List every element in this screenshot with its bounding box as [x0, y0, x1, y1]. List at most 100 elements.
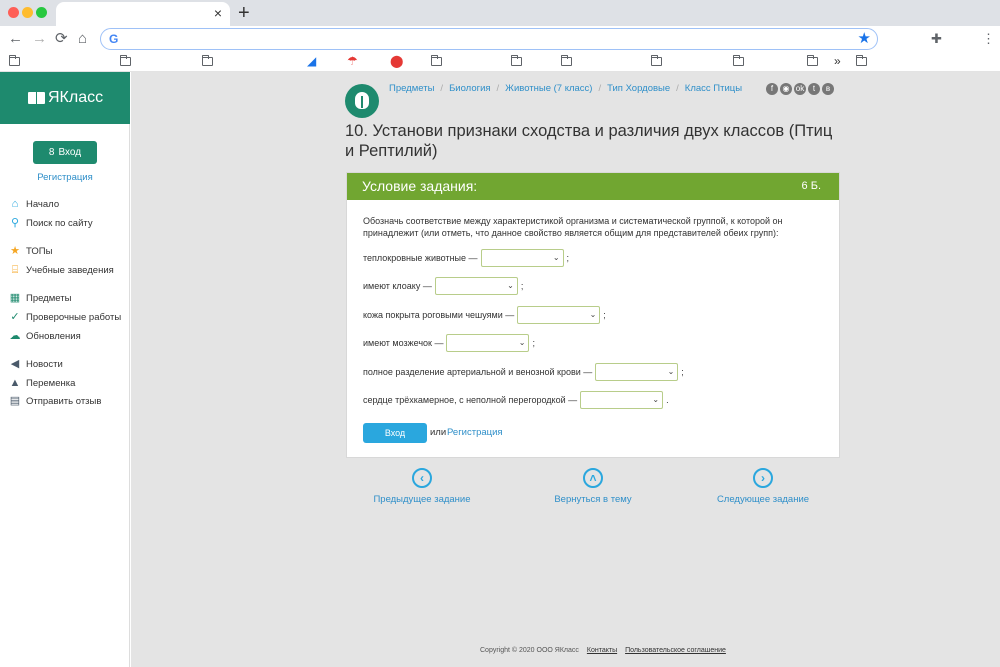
answer-select[interactable]: ⌄ [434, 277, 518, 295]
breadcrumb-item[interactable]: Биология [449, 83, 490, 94]
home-icon: ⌂ [11, 198, 19, 210]
bookmark-star-icon[interactable]: ★ [858, 30, 871, 48]
logo-text: ЯКласс [48, 89, 104, 106]
task-header: Условие задания: 6 Б. [347, 173, 839, 200]
sidebar-item-tops[interactable]: ★ ТОПы [9, 244, 52, 258]
task-instruction: Обозначь соответствие между характеристи… [363, 216, 783, 238]
sidebar-item-home[interactable]: ⌂ Начало [9, 197, 59, 211]
task-row: кожа покрыта роговыми чешуями — ⌄ ; [363, 306, 606, 324]
home-icon[interactable]: ⌂ [78, 30, 87, 48]
bookmark-pin-icon[interactable]: ⬤ [390, 54, 403, 68]
browser-tabstrip: × + [0, 0, 1000, 26]
answer-select[interactable]: ⌄ [446, 334, 530, 352]
sidebar-item-updates[interactable]: ☁ Обновления [9, 329, 81, 343]
social-share: f ◉ ok t в [766, 83, 836, 95]
vk-icon[interactable]: в [822, 83, 834, 95]
facebook-icon[interactable]: f [766, 83, 778, 95]
answer-select[interactable]: ⌄ [517, 306, 601, 324]
sidebar-item-subjects[interactable]: ▦ Предметы [9, 291, 72, 305]
bookmark-folder-icon[interactable] [511, 55, 522, 66]
breadcrumb-separator: / [598, 83, 602, 94]
answer-select[interactable]: ⌄ [480, 249, 564, 267]
page-title: 10. Установи признаки сходства и различи… [345, 122, 833, 160]
bookmark-wave-icon[interactable]: ◢ [307, 54, 316, 68]
task-register-link[interactable]: Регистрация [447, 427, 503, 438]
task-row-punct: ; [603, 310, 606, 320]
sidebar-item-label: Отправить отзыв [26, 395, 102, 407]
answer-select[interactable]: ⌄ [595, 363, 679, 381]
site-logo[interactable]: ЯКласс [0, 72, 130, 124]
task-login-button[interactable]: Вход [363, 423, 427, 443]
close-window-button[interactable] [8, 7, 19, 18]
back-to-topic-link[interactable]: ˄ Вернуться в тему [523, 468, 663, 505]
task-row-label: имеют клоаку — [363, 281, 432, 291]
bookmark-folder-icon[interactable] [202, 55, 213, 66]
bookmark-folder-icon[interactable] [431, 55, 442, 66]
sidebar-item-label: Переменка [26, 377, 76, 389]
sidebar-login-button[interactable]: 8 Вход [33, 141, 97, 164]
feedback-icon: ▤ [9, 395, 21, 407]
task-points: 6 Б. [801, 180, 821, 192]
sidebar-item-label: Учебные заведения [26, 264, 114, 276]
browser-toolbar: ← → ⟳ ⌂ G ★ ✚ ⋮ [0, 26, 1000, 52]
mailru-icon[interactable]: ◉ [780, 83, 792, 95]
bookmark-folder-icon[interactable] [856, 55, 867, 66]
prev-task-link[interactable]: ‹ Предыдущее задание [352, 468, 492, 505]
sidebar-item-label: Проверочные работы [26, 311, 122, 323]
footer-contacts-link[interactable]: Контакты [587, 647, 617, 654]
bookmark-folder-icon[interactable] [733, 55, 744, 66]
cloud-icon: ☁ [9, 330, 21, 342]
bookmark-folder-icon[interactable] [807, 55, 818, 66]
footer: Copyright © 2020 ООО ЯКласс Контакты Пол… [480, 647, 726, 654]
browser-menu-icon[interactable]: ⋮ [982, 31, 995, 47]
sidebar-item-news[interactable]: ◀ Новости [9, 357, 63, 371]
extensions-icon[interactable]: ✚ [931, 31, 942, 47]
sidebar-item-label: Поиск по сайту [26, 217, 93, 229]
reload-icon[interactable]: ⟳ [55, 30, 68, 48]
browser-tab-active[interactable]: × [56, 2, 230, 26]
breadcrumb-item[interactable]: Тип Хордовые [607, 83, 670, 94]
star-icon: ★ [10, 245, 20, 257]
chevron-down-icon: ⌄ [507, 281, 514, 290]
subject-badge [345, 84, 379, 118]
task-row-label: кожа покрыта роговыми чешуями — [363, 310, 515, 320]
chevron-down-icon: ⌄ [518, 338, 526, 347]
footer-copyright: Copyright © 2020 ООО ЯКласс [480, 647, 579, 654]
forward-icon[interactable]: → [32, 30, 47, 48]
footer-agreement-link[interactable]: Пользовательское соглашение [625, 647, 726, 654]
answer-select[interactable]: ⌄ [580, 391, 664, 409]
sidebar-login-label: Вход [58, 147, 82, 158]
bookmark-folder-icon[interactable] [9, 55, 20, 66]
maximize-window-button[interactable] [36, 7, 47, 18]
close-tab-icon[interactable]: × [214, 5, 222, 21]
sidebar-item-label: ТОПы [26, 245, 53, 257]
sidebar-item-feedback[interactable]: ▤ Отправить отзыв [9, 394, 102, 408]
sidebar-item-schools[interactable]: ⌸ Учебные заведения [9, 263, 114, 277]
odnoklassniki-icon[interactable]: ok [794, 83, 806, 95]
sidebar-item-tests[interactable]: ✓ Проверочные работы [9, 310, 121, 324]
task-header-title: Условие задания: [362, 178, 478, 194]
bookmark-folder-icon[interactable] [120, 55, 131, 66]
next-task-link[interactable]: › Следующее задание [693, 468, 833, 505]
twitter-icon[interactable]: t [808, 83, 820, 95]
bookmark-folder-icon[interactable] [651, 55, 662, 66]
breadcrumb-separator: / [496, 83, 500, 94]
address-bar[interactable]: G ★ [100, 28, 878, 50]
bookmarks-more-icon[interactable]: » [834, 54, 841, 68]
breadcrumb-item[interactable]: Животные (7 класс) [505, 83, 592, 94]
sidebar-register-link[interactable]: Регистрация [0, 172, 130, 183]
back-to-topic-label: Вернуться в тему [554, 494, 632, 505]
bookmark-umbrella-icon[interactable]: ☂ [347, 54, 358, 68]
bookmark-folder-icon[interactable] [561, 55, 572, 66]
task-row-label: полное разделение артериальной и венозно… [363, 367, 593, 377]
new-tab-button[interactable]: + [238, 2, 250, 24]
book-icon [28, 92, 45, 104]
breadcrumb-item[interactable]: Класс Птицы [685, 83, 742, 94]
minimize-window-button[interactable] [22, 7, 33, 18]
sidebar-item-search[interactable]: ⚲ Поиск по сайту [9, 216, 93, 230]
breadcrumb-item[interactable]: Предметы [389, 83, 434, 94]
breadcrumb-separator: / [676, 83, 679, 94]
sidebar-item-break[interactable]: ▲ Переменка [9, 376, 76, 390]
school-icon: ⌸ [11, 264, 19, 276]
back-icon[interactable]: ← [8, 30, 23, 48]
